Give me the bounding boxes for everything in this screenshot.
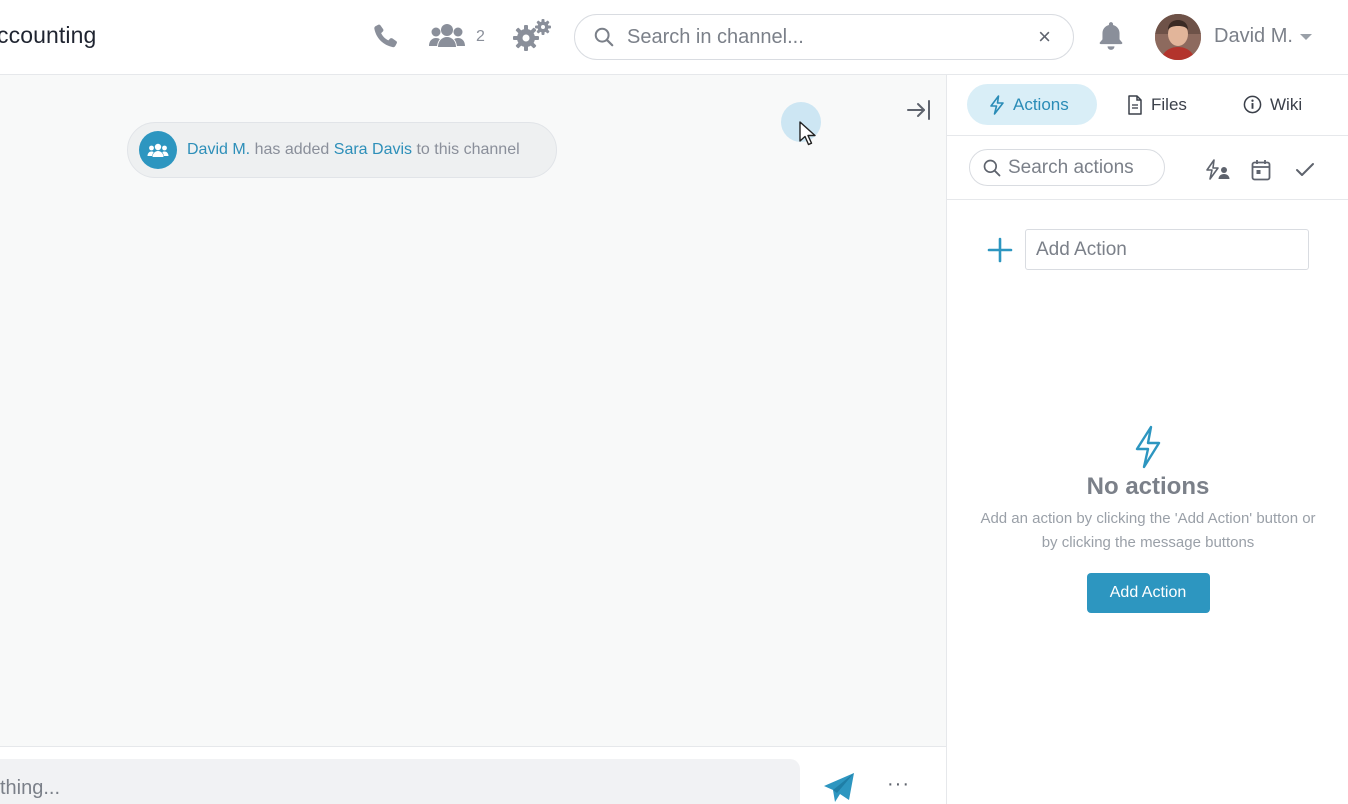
member-count: 2 bbox=[476, 28, 485, 45]
empty-state: No actions Add an action by clicking the… bbox=[947, 425, 1348, 613]
tab-wiki[interactable]: Wiki bbox=[1243, 84, 1302, 125]
system-message-text: David M. has added Sara Davis to this ch… bbox=[187, 141, 520, 159]
tab-label: Actions bbox=[1013, 94, 1069, 114]
actions-search bbox=[969, 149, 1165, 186]
search-input[interactable] bbox=[627, 25, 1007, 49]
search-icon bbox=[593, 26, 615, 48]
empty-state-title: No actions bbox=[1086, 473, 1210, 500]
system-message: David M. has added Sara Davis to this ch… bbox=[127, 122, 557, 178]
chevron-down-icon[interactable] bbox=[1300, 34, 1312, 40]
chat-area: David M. has added Sara Davis to this ch… bbox=[0, 75, 946, 747]
group-icon bbox=[139, 131, 177, 169]
side-panel: Actions Files Wiki Search actions Add Ac… bbox=[946, 75, 1348, 804]
message-composer: thing... ··· bbox=[0, 746, 946, 804]
close-icon[interactable]: × bbox=[1038, 26, 1051, 48]
add-action-input[interactable] bbox=[1025, 229, 1309, 270]
tab-label: Files bbox=[1151, 94, 1187, 114]
actions-toolbar bbox=[947, 137, 1348, 200]
add-action-row bbox=[947, 229, 1348, 271]
tab-label: Wiki bbox=[1270, 94, 1303, 114]
avatar[interactable] bbox=[1155, 14, 1201, 60]
calendar-icon[interactable] bbox=[1248, 157, 1274, 183]
collapse-panel-icon[interactable] bbox=[906, 97, 932, 123]
more-options-icon[interactable]: ··· bbox=[887, 773, 910, 796]
gears-icon[interactable] bbox=[512, 18, 552, 54]
assign-action-icon[interactable] bbox=[1205, 157, 1231, 183]
panel-tabs: Actions Files Wiki bbox=[947, 75, 1348, 136]
message-suffix: to this channel bbox=[416, 141, 520, 158]
actions-search-input[interactable] bbox=[1008, 156, 1158, 179]
search-icon bbox=[983, 159, 1001, 176]
phone-icon[interactable] bbox=[368, 20, 402, 54]
bell-icon[interactable] bbox=[1096, 19, 1126, 53]
mouse-cursor-icon bbox=[799, 121, 816, 146]
message-verb: has added bbox=[254, 141, 330, 158]
message-placeholder: thing... bbox=[0, 777, 61, 799]
user-name[interactable]: David M. bbox=[1214, 25, 1293, 48]
users-icon bbox=[428, 21, 466, 54]
members-button[interactable]: 2 bbox=[428, 20, 485, 54]
bolt-icon bbox=[990, 94, 1004, 115]
target-link[interactable]: Sara Davis bbox=[334, 141, 412, 158]
message-input[interactable]: thing... bbox=[0, 759, 800, 804]
file-icon bbox=[1128, 94, 1142, 115]
plus-icon[interactable] bbox=[987, 237, 1013, 263]
tab-files[interactable]: Files bbox=[1127, 84, 1187, 125]
tab-actions[interactable]: Actions bbox=[967, 84, 1097, 125]
add-action-button[interactable]: Add Action bbox=[1086, 573, 1210, 613]
top-bar: ccounting 2 Search in channel... × David… bbox=[0, 0, 1348, 75]
actor-link[interactable]: David M. bbox=[187, 141, 250, 158]
send-icon[interactable] bbox=[822, 771, 856, 804]
empty-state-description: Add an action by clicking the 'Add Actio… bbox=[980, 510, 1316, 551]
info-icon bbox=[1243, 95, 1262, 114]
channel-title: ccounting bbox=[0, 22, 97, 48]
bolt-icon bbox=[947, 425, 1348, 469]
check-icon[interactable] bbox=[1292, 157, 1318, 183]
channel-search: × bbox=[574, 14, 1074, 60]
